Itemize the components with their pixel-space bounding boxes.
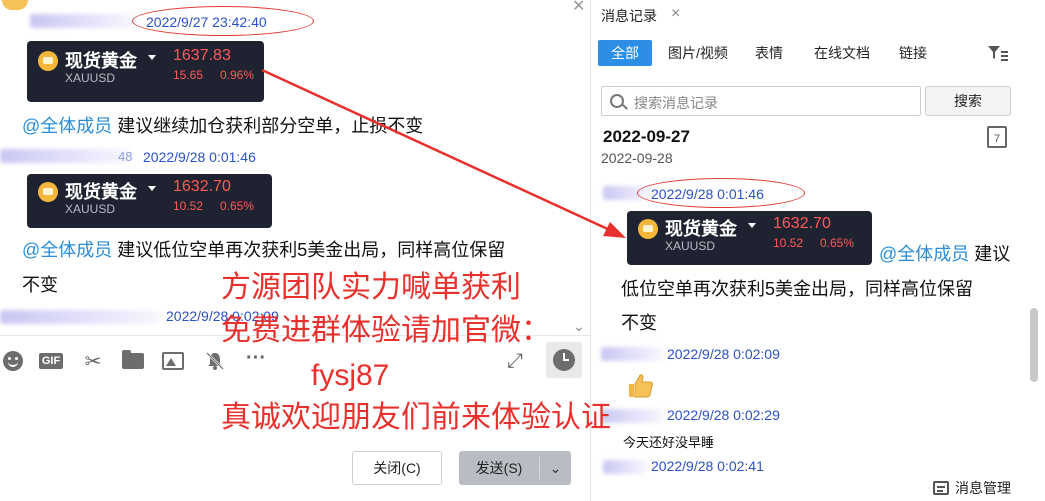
sender-name-blurred [601,347,663,361]
gold-quote-card[interactable]: 现货黄金 XAUUSD 1637.83 15.65 0.96% [27,41,264,102]
quote-change: 10.52 [173,199,204,213]
quote-price: 1637.83 [173,47,231,64]
sender-name-blurred [0,310,160,324]
mention-all[interactable]: @全体成员 [22,116,112,136]
message-body-cont: 不变 [22,275,58,295]
caret-down-icon[interactable] [148,55,156,60]
close-icon[interactable]: ✕ [572,0,585,16]
image-icon[interactable] [160,348,186,374]
history-tab-title[interactable]: 消息记录 [601,6,657,26]
overlay-text-line: 真诚欢迎朋友们前来体验认证 [221,401,611,434]
quote-percent: 0.65% [220,199,255,213]
message-text: @全体成员 建议低位空单再次获利5美金出局，同样高位保留 [22,233,505,267]
thumbs-up-emoji-icon [2,0,28,10]
emoji-icon[interactable] [0,348,26,374]
filter-tab-all[interactable]: 全部 [598,40,652,66]
quote-name: 现货黄金 [665,219,737,239]
message-body: 建议低位空单再次获利5美金出局，同样高位保留 [112,240,506,260]
scrollbar-thumb[interactable] [1030,308,1038,382]
message-body-cont: 低位空单再次获利5美金出局，同样高位保留 [621,279,974,299]
message-body: 建议继续加仓获利部分空单，止损不变 [112,116,424,136]
quote-price: 1632.70 [173,178,231,195]
gold-coin-icon [38,51,58,71]
overlay-text-line: 免费进群体验请加官微： [221,314,551,347]
filter-icon[interactable] [987,44,1009,62]
gold-coin-icon [38,182,58,202]
gif-label: GIF [38,353,64,369]
send-button-group: 发送(S) ⌄ [459,451,571,485]
search-icon-handle [622,104,628,110]
message-timestamp: 2022/9/28 0:02:09 [667,346,780,362]
filter-tab-links[interactable]: 链接 [891,40,935,66]
gif-icon[interactable]: GIF [37,348,65,374]
manage-icon [933,481,949,495]
annotation-ellipse [637,178,805,208]
message-timestamp: 2022/9/28 0:02:29 [667,407,780,423]
quote-change: 10.52 [773,236,804,250]
message-manage-button[interactable]: 消息管理 [933,478,1011,498]
filter-tab-docs[interactable]: 在线文档 [807,40,877,66]
annotation-ellipse [132,6,314,36]
send-button[interactable]: 发送(S) [459,451,539,485]
filter-tab-media[interactable]: 图片/视频 [661,40,735,66]
caret-down-icon[interactable] [148,186,156,191]
gold-quote-card[interactable]: 现货黄金 XAUUSD 1632.70 10.52 0.65% [627,211,872,265]
send-options-chevron-icon[interactable]: ⌄ [540,451,571,485]
message-text: 今天还好没早睡 [623,435,715,450]
message-timestamp: 2022/9/28 0:02:41 [651,458,764,474]
timestamp-fragment: 48 [118,149,133,164]
caret-down-icon[interactable] [748,223,756,228]
calendar-icon[interactable]: 7 [987,126,1007,148]
clock-icon [553,349,575,371]
close-tab-icon[interactable]: × [671,5,680,23]
collapse-icon[interactable]: ⌄ [573,318,585,335]
sender-name-blurred [603,460,647,474]
thumbs-up-emoji-icon [625,370,655,400]
mention-all[interactable]: @全体成员 [879,244,969,264]
quote-price: 1632.70 [773,215,831,232]
message-timestamp: 2022/9/28 0:01:46 [143,149,256,165]
message-body: 建议 [969,244,1011,264]
message-history-panel: 消息记录 × 全部 图片/视频 表情 在线文档 链接 搜索消息记录 搜索 202… [590,0,1045,501]
expand-icon[interactable]: ⤢ [502,348,528,374]
history-clock-button[interactable] [546,342,582,378]
sender-name-blurred [0,149,130,163]
search-button[interactable]: 搜索 [925,86,1011,116]
mute-bell-icon[interactable] [202,348,228,374]
quote-percent: 0.65% [820,236,855,250]
message-text: @全体成员 建议继续加仓获利部分空单，止损不变 [22,109,423,143]
quote-code: XAUUSD [65,202,116,216]
quote-change: 15.65 [173,68,204,82]
quote-code: XAUUSD [65,71,116,85]
message-text: @全体成员 建议 [879,237,1010,271]
quote-percent: 0.96% [220,68,255,82]
date-header: 2022-09-27 [603,127,690,146]
search-placeholder: 搜索消息记录 [634,95,718,111]
close-button[interactable]: 关闭(C) [352,451,442,485]
overlay-text-line: 方源团队实力喊单获利 [221,271,521,304]
date-subheader: 2022-09-28 [601,150,673,166]
tab-underline [591,28,691,30]
filter-tab-stickers[interactable]: 表情 [749,40,789,66]
quote-code: XAUUSD [665,239,716,253]
gold-quote-card[interactable]: 现货黄金 XAUUSD 1632.70 10.52 0.65% [27,174,272,228]
calendar-day: 7 [993,133,1001,145]
message-body-cont: 不变 [621,313,657,333]
manage-label: 消息管理 [955,480,1011,496]
folder-icon[interactable] [120,348,146,374]
quote-name: 现货黄金 [65,51,137,71]
overlay-text-line: fysj87 [311,359,390,392]
sender-name-blurred [30,14,136,28]
gold-coin-icon [638,219,658,239]
scissors-icon[interactable]: ✂ [80,348,106,374]
mention-all[interactable]: @全体成员 [22,240,112,260]
quote-name: 现货黄金 [65,182,137,202]
search-input[interactable]: 搜索消息记录 [601,86,921,116]
